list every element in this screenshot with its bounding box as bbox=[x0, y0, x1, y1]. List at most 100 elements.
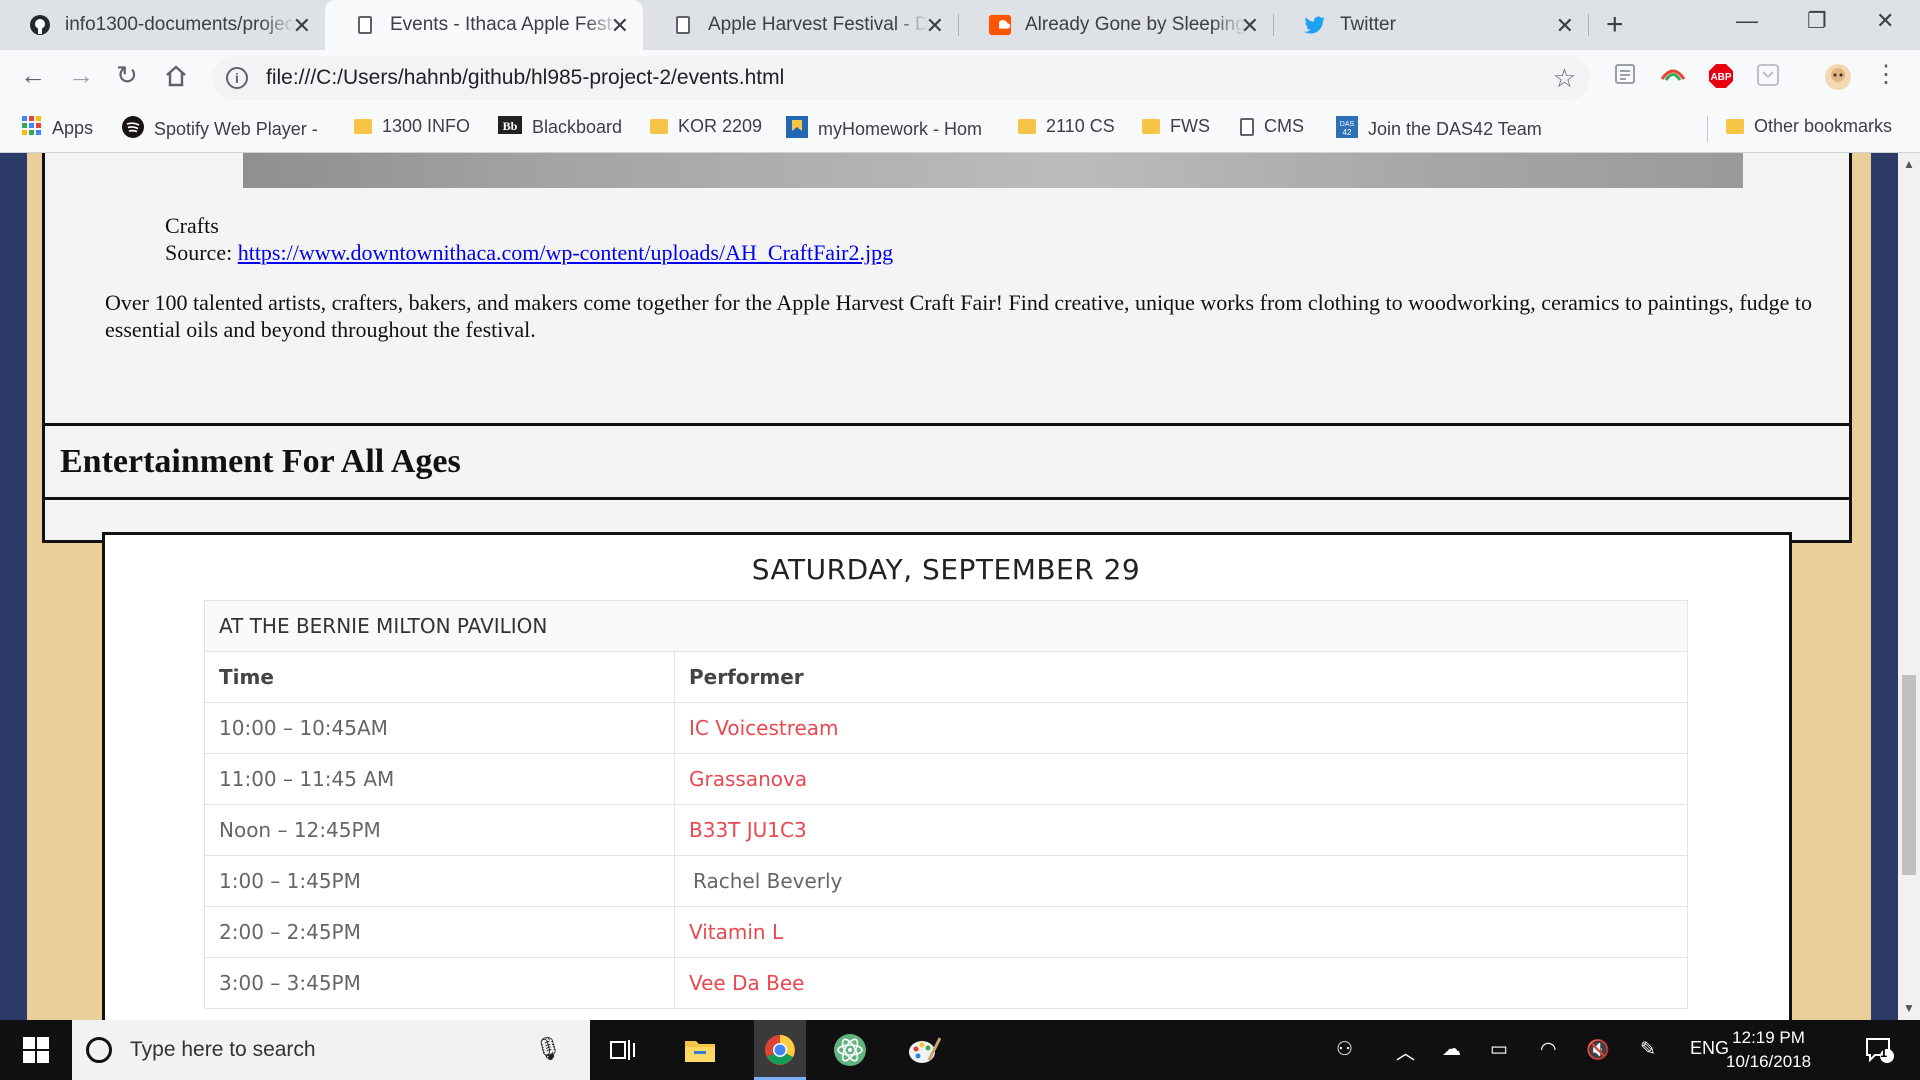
notification-center-icon[interactable]: 1 bbox=[1862, 1032, 1898, 1068]
reader-extension-icon[interactable] bbox=[1614, 63, 1636, 90]
close-icon[interactable]: ✕ bbox=[926, 13, 944, 39]
bookmark-other[interactable]: Other bookmarks bbox=[1726, 116, 1892, 137]
bookmark-kor-2209[interactable]: KOR 2209 bbox=[650, 116, 762, 137]
input-language[interactable]: ENG bbox=[1690, 1038, 1729, 1059]
bookmark-label: Other bookmarks bbox=[1754, 116, 1893, 136]
scroll-down-icon[interactable]: ▼ bbox=[1903, 1001, 1915, 1015]
rainbow-extension-icon[interactable] bbox=[1660, 63, 1686, 90]
restore-icon[interactable]: ❐ bbox=[1807, 8, 1827, 34]
microphone-icon[interactable]: 🎙 bbox=[534, 1036, 562, 1062]
people-icon[interactable]: ⚇ bbox=[1336, 1038, 1353, 1061]
apps-grid-icon bbox=[22, 116, 42, 141]
bookmark-blackboard[interactable]: Bb Blackboard bbox=[498, 116, 622, 139]
source-label: Source: bbox=[165, 240, 238, 265]
performer-link[interactable]: Vitamin L bbox=[674, 906, 1688, 958]
windows-start-icon[interactable] bbox=[18, 1032, 54, 1068]
close-icon[interactable]: ✕ bbox=[1241, 13, 1259, 39]
bookmark-1300-info[interactable]: 1300 INFO bbox=[354, 116, 470, 137]
bookmark-spotify[interactable]: Spotify Web Player - bbox=[122, 116, 327, 143]
file-explorer-icon[interactable] bbox=[682, 1032, 718, 1068]
bookmark-2110-cs[interactable]: 2110 CS bbox=[1018, 116, 1115, 137]
bookmark-label: FWS bbox=[1170, 116, 1210, 136]
table-row: 10:00 – 10:45AM IC Voicestream bbox=[204, 702, 1688, 754]
image-caption: Crafts Source: https://www.downtownithac… bbox=[165, 212, 893, 266]
performer-link[interactable]: Grassanova bbox=[674, 753, 1688, 805]
home-icon[interactable] bbox=[164, 60, 188, 95]
tab-soundcloud[interactable]: Already Gone by Sleeping A ✕ bbox=[960, 0, 1273, 50]
wifi-icon[interactable]: ◠ bbox=[1540, 1038, 1557, 1061]
performer-link[interactable]: IC Voicestream bbox=[674, 702, 1688, 754]
chrome-taskbar-icon[interactable] bbox=[754, 1020, 806, 1080]
time-cell: 2:00 – 2:45PM bbox=[204, 906, 675, 958]
info-icon[interactable]: i bbox=[226, 67, 248, 89]
back-icon[interactable]: ← bbox=[20, 60, 46, 91]
new-tab-button[interactable]: + bbox=[1606, 8, 1624, 42]
search-placeholder[interactable]: Type here to search bbox=[130, 1038, 316, 1062]
tab-twitter[interactable]: Twitter ✕ bbox=[1275, 0, 1588, 50]
performer-link[interactable]: Vee Da Bee bbox=[674, 957, 1688, 1009]
close-icon[interactable]: ✕ bbox=[293, 13, 311, 39]
crafts-photo bbox=[243, 153, 1743, 188]
svg-text:Bb: Bb bbox=[503, 119, 518, 133]
menu-kebab-icon[interactable]: ⋮ bbox=[1874, 60, 1898, 89]
adblock-icon[interactable]: ABP bbox=[1708, 63, 1734, 94]
tab-apple-harvest[interactable]: Apple Harvest Festival - Dow ✕ bbox=[643, 0, 958, 50]
bookmark-fws[interactable]: FWS bbox=[1142, 116, 1210, 137]
close-icon[interactable]: ✕ bbox=[1556, 13, 1574, 39]
svg-text:ABP: ABP bbox=[1710, 72, 1731, 83]
cortana-icon[interactable] bbox=[86, 1037, 112, 1063]
time-cell: 3:00 – 3:45PM bbox=[204, 957, 675, 1009]
bookmark-apps[interactable]: Apps bbox=[22, 116, 93, 141]
onedrive-cloud-icon[interactable]: ☁ bbox=[1442, 1038, 1461, 1061]
profile-avatar-icon[interactable] bbox=[1824, 63, 1852, 96]
atom-editor-icon[interactable] bbox=[832, 1032, 868, 1068]
close-icon[interactable]: ✕ bbox=[611, 13, 629, 39]
paint-app-icon[interactable] bbox=[906, 1032, 942, 1068]
volume-muted-icon[interactable]: 🔇 bbox=[1586, 1038, 1610, 1062]
bookmark-label: Spotify Web Player - bbox=[154, 119, 318, 139]
section-heading: Entertainment For All Ages bbox=[60, 443, 461, 480]
scrollbar-thumb[interactable] bbox=[1902, 675, 1916, 875]
table-row: 3:00 – 3:45PM Vee Da Bee bbox=[204, 957, 1688, 1009]
page-content: Crafts Source: https://www.downtownithac… bbox=[27, 153, 1871, 1020]
tab-title: Already Gone by Sleeping A bbox=[1025, 14, 1245, 35]
source-link[interactable]: https://www.downtownithaca.com/wp-conten… bbox=[238, 240, 893, 265]
performer-link[interactable]: B33T JU1C3 bbox=[674, 804, 1688, 856]
spotify-icon bbox=[122, 116, 144, 143]
task-view-icon[interactable] bbox=[606, 1032, 642, 1068]
clock-time: 12:19 PM bbox=[1732, 1028, 1805, 1047]
scroll-up-icon[interactable]: ▲ bbox=[1903, 157, 1915, 171]
notification-count: 1 bbox=[1880, 1045, 1888, 1060]
page-scrollbar[interactable]: ▲ ▼ bbox=[1898, 153, 1920, 1020]
tab-events[interactable]: Events - Ithaca Apple Fest ✕ bbox=[325, 0, 643, 50]
pocket-extension-icon[interactable] bbox=[1756, 63, 1780, 92]
window-close-icon[interactable]: ✕ bbox=[1876, 8, 1894, 34]
bookmark-label: CMS bbox=[1264, 116, 1304, 136]
bookmark-cms[interactable]: CMS bbox=[1240, 116, 1304, 137]
bookmark-myhomework[interactable]: myHomework - Hom bbox=[786, 116, 991, 143]
entertainment-heading-box: Entertainment For All Ages bbox=[42, 423, 1852, 500]
show-hidden-icons-chevron-icon[interactable]: ︿ bbox=[1396, 1038, 1415, 1065]
page-viewport: Crafts Source: https://www.downtownithac… bbox=[0, 153, 1898, 1020]
performer-cell: Rachel Beverly bbox=[674, 855, 1688, 907]
time-header: Time bbox=[204, 651, 675, 703]
myhomework-icon bbox=[786, 116, 808, 143]
url-text[interactable]: file:///C:/Users/hahnb/github/hl985-proj… bbox=[266, 66, 784, 90]
system-clock[interactable]: 12:19 PM 10/16/2018 bbox=[1726, 1026, 1811, 1074]
bookmark-das42[interactable]: DAS 42 Join the DAS42 Team bbox=[1336, 116, 1542, 143]
address-bar[interactable]: i file:///C:/Users/hahnb/github/hl985-pr… bbox=[212, 56, 1590, 100]
header-row: Time Performer bbox=[204, 651, 1688, 703]
taskbar-search[interactable]: Type here to search 🎙 bbox=[72, 1020, 590, 1080]
das42-icon: DAS 42 bbox=[1336, 116, 1358, 143]
tab-github[interactable]: info1300-documents/projec ✕ bbox=[0, 0, 325, 50]
forward-icon[interactable]: → bbox=[68, 60, 94, 91]
reload-icon[interactable]: ↻ bbox=[116, 60, 138, 91]
github-icon bbox=[29, 14, 51, 36]
bookmark-star-icon[interactable]: ☆ bbox=[1553, 63, 1576, 94]
svg-text:DAS: DAS bbox=[1340, 121, 1355, 128]
minimize-icon[interactable]: — bbox=[1736, 8, 1758, 34]
tab-title: info1300-documents/projec bbox=[65, 14, 295, 35]
pen-workspace-icon[interactable]: ✎ bbox=[1640, 1038, 1656, 1061]
battery-icon[interactable]: ▭ bbox=[1490, 1038, 1508, 1061]
tab-title: Events - Ithaca Apple Fest bbox=[390, 14, 612, 35]
